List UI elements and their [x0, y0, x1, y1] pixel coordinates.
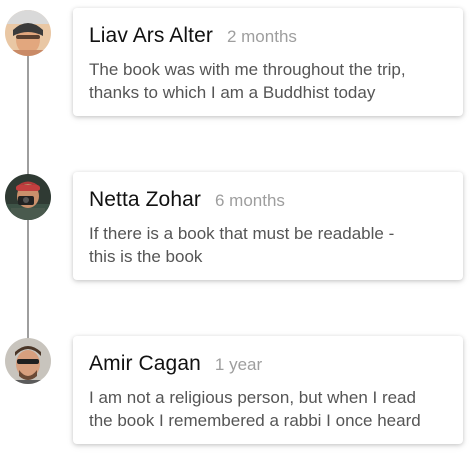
user-avatar-icon	[5, 338, 51, 384]
avatar[interactable]	[5, 10, 51, 56]
review-time: 1 year	[214, 355, 263, 374]
review-text-line: thanks to which I am a Buddhist today	[89, 83, 376, 102]
reviewer-name[interactable]: Liav Ars Alter	[89, 24, 213, 48]
review-text: The book was with me throughout the trip…	[89, 58, 449, 104]
review-text: If there is a book that must be readable…	[89, 222, 449, 268]
review-card: Liav Ars Alter 2 months The book was wit…	[73, 8, 463, 116]
reviewer-name[interactable]: Netta Zohar	[89, 188, 201, 212]
review-card: Netta Zohar 6 months If there is a book …	[73, 172, 463, 280]
review-card: Amir Cagan 1 year I am not a religious p…	[73, 336, 463, 444]
review-text-line: The book was with me throughout the trip…	[89, 60, 406, 79]
user-avatar-icon	[5, 10, 51, 56]
reviewer-name[interactable]: Amir Cagan	[89, 352, 201, 376]
review-text: I am not a religious person, but when I …	[89, 386, 449, 432]
review-text-line: If there is a book that must be readable…	[89, 224, 395, 243]
avatar[interactable]	[5, 174, 51, 220]
avatar[interactable]	[5, 338, 51, 384]
review-time: 2 months	[226, 27, 297, 46]
review-text-line: this is the book	[89, 247, 203, 266]
user-avatar-icon	[5, 174, 51, 220]
review-text-line: I am not a religious person, but when I …	[89, 388, 416, 407]
review-time: 6 months	[215, 191, 285, 210]
review-text-line: the book I remembered a rabbi I once hea…	[89, 411, 421, 430]
